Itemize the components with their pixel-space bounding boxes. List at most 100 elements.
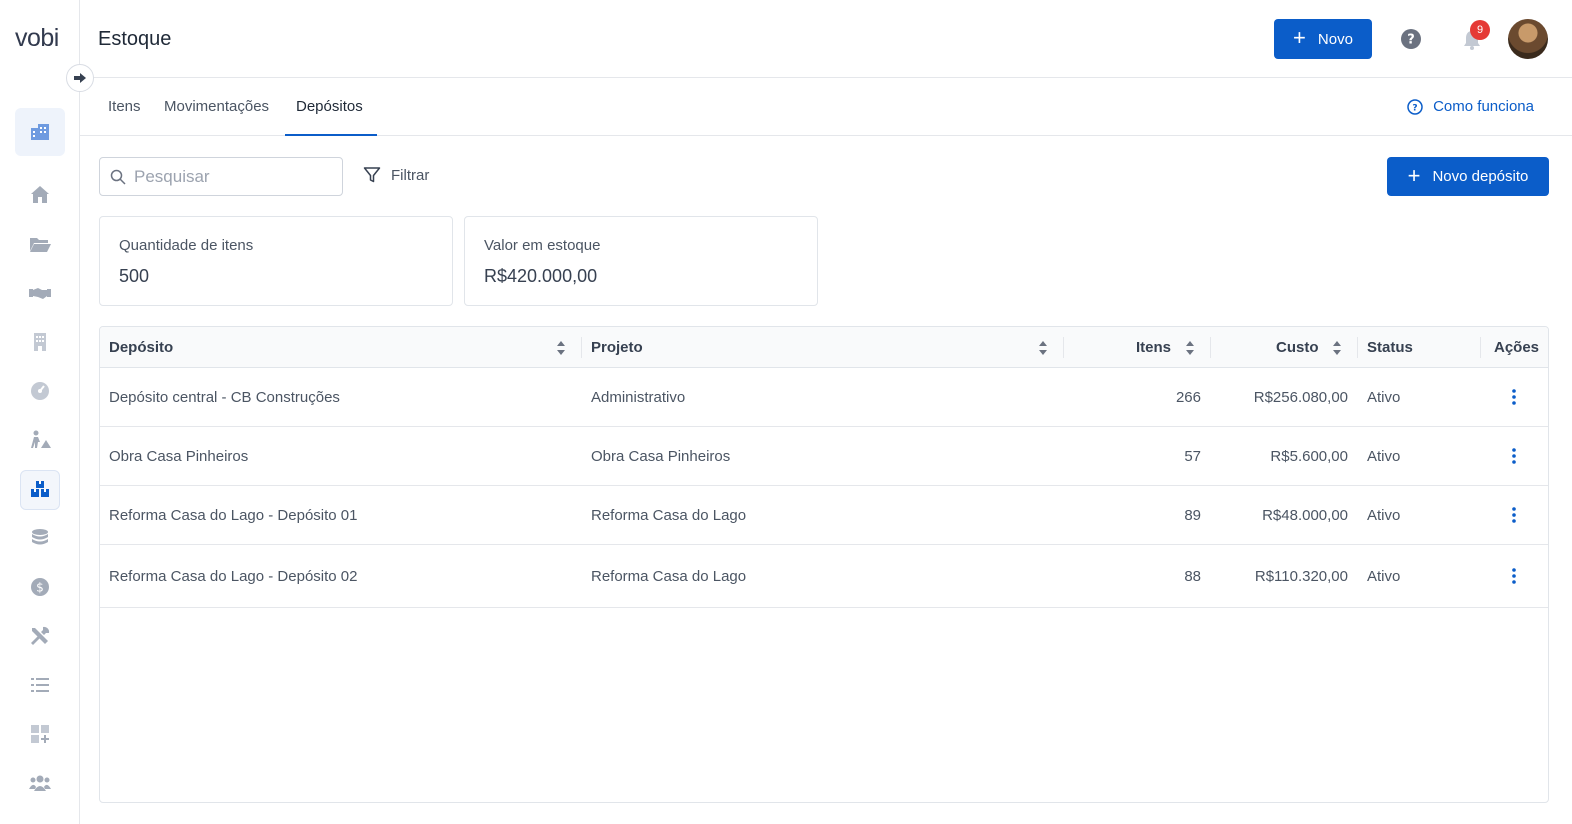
tools-icon bbox=[31, 626, 50, 645]
filter-button[interactable]: Filtrar bbox=[363, 166, 429, 184]
deposits-table: Depósito Projeto Itens Custo Status Açõe… bbox=[99, 326, 1549, 803]
cell-deposito: Reforma Casa do Lago - Depósito 02 bbox=[109, 567, 358, 585]
users-icon bbox=[29, 775, 51, 791]
column-separator bbox=[1480, 337, 1481, 358]
sidebar-item-finance[interactable] bbox=[20, 518, 60, 558]
coins-icon bbox=[32, 529, 48, 545]
sidebar-item-dashboard[interactable] bbox=[20, 371, 60, 411]
items-count-card: Quantidade de itens 500 bbox=[99, 216, 453, 306]
search-icon bbox=[110, 169, 126, 185]
stock-value-label: Valor em estoque bbox=[484, 237, 601, 254]
sort-icon[interactable] bbox=[1185, 340, 1195, 356]
sort-icon[interactable] bbox=[1038, 340, 1048, 356]
cell-custo: R$5.600,00 bbox=[1270, 447, 1348, 465]
active-tab-indicator bbox=[285, 134, 377, 136]
tab-movimentacoes[interactable]: Movimentações bbox=[164, 98, 269, 115]
cell-deposito: Obra Casa Pinheiros bbox=[109, 447, 249, 465]
table-header: Depósito Projeto Itens Custo Status Açõe… bbox=[100, 327, 1548, 368]
svg-text:?: ? bbox=[1407, 33, 1415, 48]
table-row[interactable]: Obra Casa Pinheiros Obra Casa Pinheiros … bbox=[100, 427, 1548, 486]
cell-deposito: Reforma Casa do Lago - Depósito 01 bbox=[109, 506, 358, 524]
table-row[interactable]: Reforma Casa do Lago - Depósito 02 Refor… bbox=[100, 545, 1548, 608]
sidebar-item-team[interactable] bbox=[20, 763, 60, 803]
cell-status: Ativo bbox=[1367, 388, 1401, 406]
sidebar-toggle-button[interactable] bbox=[66, 64, 94, 92]
cell-projeto: Administrativo bbox=[591, 388, 686, 406]
sidebar-item-tools[interactable] bbox=[20, 616, 60, 656]
sidebar-item-projects[interactable] bbox=[20, 224, 60, 264]
cell-deposito: Depósito central - CB Construções bbox=[109, 388, 340, 406]
cell-projeto: Obra Casa Pinheiros bbox=[591, 447, 731, 465]
column-header-custo[interactable]: Custo bbox=[1276, 327, 1319, 368]
cell-itens: 266 bbox=[1175, 388, 1201, 406]
handshake-icon bbox=[29, 288, 51, 299]
cell-projeto: Reforma Casa do Lago bbox=[591, 506, 747, 524]
sidebar-item-suppliers[interactable] bbox=[20, 322, 60, 362]
kebab-menu-icon bbox=[1512, 448, 1516, 464]
row-actions-menu[interactable] bbox=[1504, 387, 1524, 407]
sidebar-item-workforce[interactable] bbox=[20, 420, 60, 460]
row-actions-menu[interactable] bbox=[1504, 446, 1524, 466]
new-deposit-button[interactable]: + Novo depósito bbox=[1387, 157, 1549, 196]
cell-itens: 57 bbox=[1184, 447, 1201, 465]
cell-custo: R$256.080,00 bbox=[1253, 388, 1348, 406]
column-header-projeto[interactable]: Projeto bbox=[591, 327, 643, 368]
tab-depositos[interactable]: Depósitos bbox=[296, 98, 363, 115]
sort-icon[interactable] bbox=[556, 340, 566, 356]
tab-itens[interactable]: Itens bbox=[108, 98, 141, 115]
boxes-icon bbox=[31, 481, 49, 497]
stock-value-card: Valor em estoque R$420.000,00 bbox=[464, 216, 818, 306]
sidebar-item-lists[interactable] bbox=[20, 665, 60, 705]
kebab-menu-icon bbox=[1512, 507, 1516, 523]
cell-itens: 89 bbox=[1184, 506, 1201, 524]
table-row[interactable]: Depósito central - CB Construções Admini… bbox=[100, 368, 1548, 427]
filter-icon bbox=[363, 167, 381, 183]
sidebar-item-inventory[interactable] bbox=[20, 470, 60, 510]
stock-value-value: R$420.000,00 bbox=[484, 266, 598, 286]
user-avatar[interactable] bbox=[1508, 19, 1548, 59]
items-count-label: Quantidade de itens bbox=[119, 237, 254, 254]
cell-status: Ativo bbox=[1367, 447, 1401, 465]
tab-bar: Itens Movimentações Depósitos ? Como fun… bbox=[80, 78, 1572, 136]
plus-icon: + bbox=[1293, 25, 1306, 50]
cell-status: Ativo bbox=[1367, 506, 1401, 524]
kebab-menu-icon bbox=[1512, 568, 1516, 584]
sidebar: vobi $ bbox=[0, 0, 80, 824]
sidebar-item-crm[interactable] bbox=[20, 273, 60, 313]
filter-label: Filtrar bbox=[391, 166, 430, 184]
top-header: Estoque + Novo ? 9 bbox=[80, 0, 1572, 78]
svg-text:?: ? bbox=[1412, 103, 1417, 113]
plus-icon: + bbox=[1407, 162, 1421, 188]
help-icon[interactable]: ? bbox=[1400, 28, 1422, 50]
list-icon bbox=[31, 678, 49, 692]
sidebar-item-home[interactable] bbox=[20, 175, 60, 215]
column-separator bbox=[1357, 337, 1358, 358]
new-button[interactable]: + Novo bbox=[1274, 19, 1372, 59]
how-it-works-link[interactable]: ? Como funciona bbox=[1407, 98, 1534, 115]
sidebar-item-companies[interactable] bbox=[15, 108, 65, 156]
arrow-right-icon bbox=[74, 73, 86, 83]
column-header-acoes: Ações bbox=[1494, 339, 1540, 356]
table-row[interactable]: Reforma Casa do Lago - Depósito 01 Refor… bbox=[100, 486, 1548, 545]
column-header-itens[interactable]: Itens bbox=[1136, 327, 1171, 368]
sidebar-item-apps[interactable] bbox=[20, 714, 60, 754]
how-it-works-label: Como funciona bbox=[1433, 98, 1534, 115]
app-logo[interactable]: vobi bbox=[15, 24, 59, 53]
sidebar-item-payments[interactable]: $ bbox=[20, 567, 60, 607]
cell-projeto: Reforma Casa do Lago bbox=[591, 567, 747, 585]
question-circle-icon: ? bbox=[1407, 98, 1423, 115]
cell-status: Ativo bbox=[1367, 567, 1401, 585]
items-count-value: 500 bbox=[119, 266, 150, 286]
search-box[interactable] bbox=[99, 157, 343, 196]
sort-icon[interactable] bbox=[1332, 340, 1342, 356]
row-actions-menu[interactable] bbox=[1504, 566, 1524, 586]
cell-custo: R$110.320,00 bbox=[1254, 567, 1348, 585]
folder-open-icon bbox=[30, 238, 51, 252]
notification-badge: 9 bbox=[1470, 20, 1490, 40]
row-actions-menu[interactable] bbox=[1504, 505, 1524, 525]
column-header-deposito[interactable]: Depósito bbox=[109, 327, 173, 368]
search-input[interactable] bbox=[134, 166, 324, 187]
cell-custo: R$48.000,00 bbox=[1262, 506, 1348, 524]
office-building-icon bbox=[34, 333, 46, 351]
page-title: Estoque bbox=[98, 28, 172, 50]
